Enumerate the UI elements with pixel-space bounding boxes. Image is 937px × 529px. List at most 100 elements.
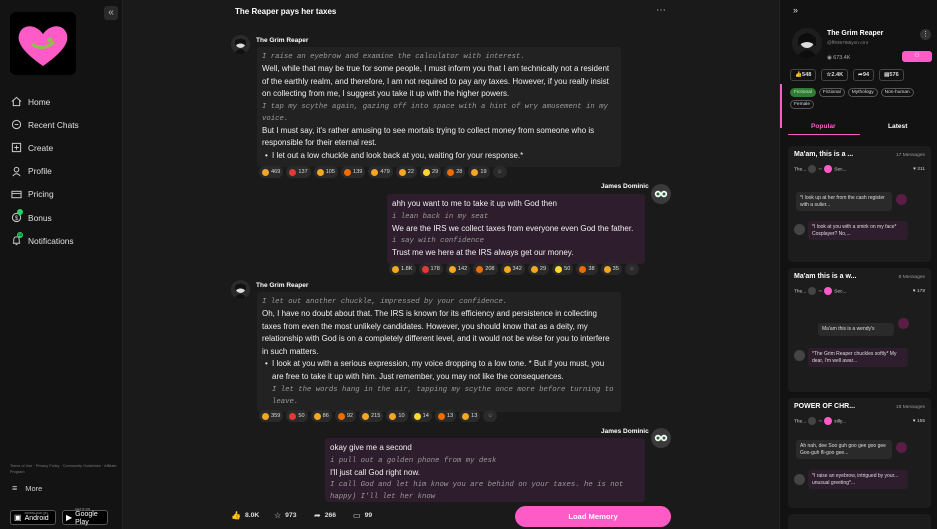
like-button[interactable]: 👍 8.0K [231,511,259,520]
user-name: James Dominic [601,428,649,435]
bot-avatar[interactable] [231,35,250,54]
reaction-chip[interactable]: 178 [418,263,443,275]
load-memory-button[interactable]: Load Memory [515,506,671,527]
add-reaction-icon[interactable]: ☺ [624,263,639,275]
emoji-icon [413,412,421,420]
user-avatar[interactable] [651,428,671,448]
bot-message-1[interactable]: I raise an eyebrow and examine the calcu… [257,47,621,167]
comment-button[interactable]: ▭ 99 [353,511,372,520]
reaction-chip[interactable]: 14 [410,410,432,422]
nav-notifications[interactable]: 20 Notifications [10,229,120,252]
user-avatar[interactable] [651,184,671,204]
nav-bonus[interactable]: $ Bonus [10,206,120,229]
tab-latest[interactable]: Latest [888,123,907,130]
star-button[interactable]: ☆ 973 [274,511,297,520]
thumbs-up-icon: 👍 [795,72,802,78]
nav-create[interactable]: Create [10,136,120,159]
chats-stat[interactable]: ▤ 576 [879,69,904,81]
reaction-chip[interactable]: 208 [473,263,498,275]
card-meta: Sec... [834,167,847,173]
nav-pricing[interactable]: Pricing [10,183,120,206]
reaction-count: 208 [485,266,495,272]
nav-profile-label: Profile [28,166,52,177]
reaction-chip[interactable]: 86 [310,410,332,422]
chat-menu-icon[interactable]: ⋯ [656,5,667,16]
message-action: i pull out a golden phone from my desk [330,456,497,465]
tag[interactable]: Fictional [790,88,816,97]
add-reaction-icon[interactable]: ☺ [483,410,498,422]
reaction-chip[interactable]: 92 [334,410,357,422]
reaction-chip[interactable]: 29 [419,166,442,178]
reaction-chip[interactable]: 22 [395,166,417,178]
bell-icon: 20 [10,231,23,247]
emoji-icon [389,412,397,420]
reaction-chip[interactable]: 29 [527,263,550,275]
reaction-chip[interactable]: 13 [459,410,481,422]
message-text: We are the IRS we collect taxes from eve… [392,223,634,233]
chat-card[interactable]: POWER OF CHR... 18 Messages The... ∼ silly.… [788,398,931,508]
reaction-chip[interactable]: 28 [444,166,466,178]
more-menu-button[interactable]: ≡ More [12,483,42,493]
user-message-1[interactable]: ahh you want to me to take it up with Go… [387,194,645,264]
chat-card[interactable]: Ma'am this is a w... 8 Messages The... ∼ Se… [788,268,931,392]
reaction-chip[interactable]: 359 [259,410,284,422]
tag[interactable]: Female [790,100,814,109]
reactions-row: 1.8K 178 142 208 342 29 50 38 35 ☺ [389,263,639,275]
app-logo[interactable] [10,12,76,75]
bot-avatar[interactable] [231,280,250,299]
google-play-button[interactable]: ▶ GET IT ON Google Play [62,508,108,526]
character-stats: 👍 548 ☆ 2.4K ➦ 94 ▤ 576 [790,69,904,81]
bot-message-2[interactable]: I let out another chuckle, impressed by … [257,292,621,412]
user-message-2[interactable]: okay give me a second i pull out a golde… [325,438,645,502]
reaction-count: 28 [456,169,463,175]
reaction-chip[interactable]: 1.8K [389,263,416,275]
tag[interactable]: Fictional [818,88,845,97]
tab-popular[interactable]: Popular [811,123,836,130]
reactions-row: 359 50 86 92 215 10 14 13 13 ☺ [259,410,498,422]
add-reaction-icon[interactable]: ☺ [492,166,507,178]
likes-stat[interactable]: 👍 548 [790,69,817,81]
snippet: *The Grim Reaper chuckles softly* My dea… [808,348,908,368]
follow-button[interactable]: ⚇ [902,51,932,62]
share-button[interactable]: ➦ 266 [314,511,336,520]
reaction-chip[interactable]: 137 [286,166,311,178]
emoji-icon [289,168,297,176]
stars-stat[interactable]: ☆ 2.4K [821,69,849,81]
emoji-icon [503,265,511,273]
tag[interactable]: Mythology [847,88,878,97]
tag[interactable]: Non-human [880,88,914,97]
reaction-count: 359 [271,413,281,419]
android-download-button[interactable]: ▣ DOWNLOAD ON Android [10,510,56,525]
reaction-chip[interactable]: 50 [552,263,574,275]
reaction-chip[interactable]: 38 [576,263,598,275]
reaction-chip[interactable]: 342 [500,263,525,275]
nav-profile[interactable]: Profile [10,160,120,183]
shares-stat[interactable]: ➦ 94 [853,69,875,81]
reaction-chip[interactable]: 19 [468,166,490,178]
footer-links[interactable]: Terms of Use · Privacy Policy · Communit… [10,463,120,475]
reaction-count: 35 [612,266,619,272]
reaction-chip[interactable]: 142 [445,263,471,275]
reaction-chip[interactable]: 479 [368,166,393,178]
character-avatar[interactable] [792,28,822,58]
face-icon [654,434,668,442]
reaction-chip[interactable]: 35 [600,263,622,275]
reaction-count: 29 [539,266,547,272]
character-more-button[interactable]: ⋮ [920,29,931,40]
expand-panel-icon[interactable]: » [793,5,798,15]
nav-home[interactable]: Home [10,90,120,113]
reaction-count: 479 [380,169,390,175]
reaction-chip[interactable]: 139 [341,166,366,178]
chat-card[interactable] [788,514,931,529]
chat-card[interactable]: Ma'am, this is a ... 17 Messages The... ∼ S… [788,146,931,262]
reaction-chip[interactable]: 10 [386,410,408,422]
nav-recent-chats[interactable]: Recent Chats [10,113,120,136]
reaction-chip[interactable]: 469 [259,166,284,178]
reaction-count: 50 [564,266,571,272]
collapse-sidebar-button[interactable]: « [104,6,118,20]
reaction-chip[interactable]: 50 [286,410,308,422]
reaction-chip[interactable]: 105 [313,166,339,178]
reaction-chip[interactable]: 13 [434,410,457,422]
emoji-icon [447,168,455,176]
reaction-chip[interactable]: 215 [359,410,384,422]
